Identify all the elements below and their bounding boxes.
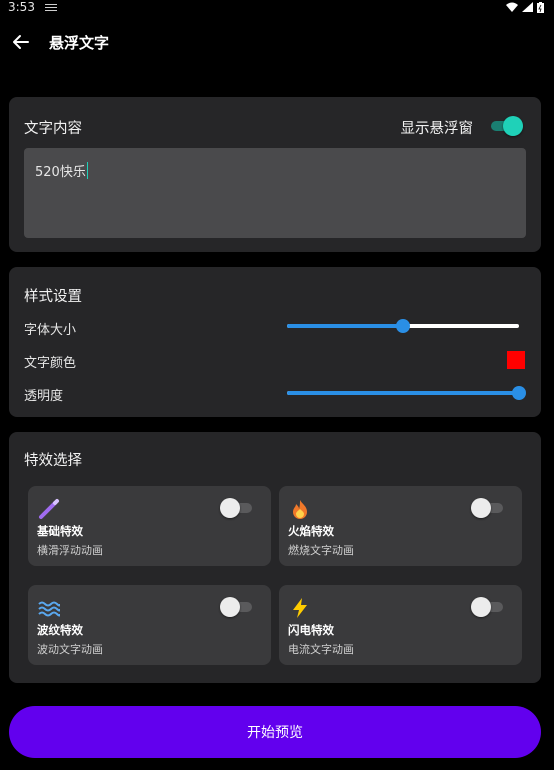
lightning-icon <box>293 598 307 618</box>
effect-name-lightning: 闪电特效 <box>288 623 334 637</box>
text-color-label: 文字颜色 <box>24 356 77 371</box>
float-window-toggle[interactable] <box>491 116 523 136</box>
app-bar: 悬浮文字 <box>0 22 554 62</box>
magic-wand-icon <box>39 499 59 519</box>
text-content-card: 文字内容 显示悬浮窗 520快乐 <box>9 97 541 252</box>
text-content-value: 520快乐 <box>35 165 86 180</box>
status-time: 3:53 <box>8 0 35 14</box>
style-settings-card: 样式设置 字体大小 文字颜色 透明度 <box>9 267 541 417</box>
style-settings-title: 样式设置 <box>24 289 82 305</box>
effect-desc-fire: 燃烧文字动画 <box>288 544 354 557</box>
effect-desc-basic: 横滑浮动动画 <box>37 544 103 557</box>
signal-icon <box>522 2 533 12</box>
effect-name-basic: 基础特效 <box>37 524 83 538</box>
text-color-swatch[interactable] <box>507 351 525 369</box>
notification-icon <box>44 4 57 11</box>
waves-icon <box>38 601 60 617</box>
text-content-title: 文字内容 <box>24 121 82 137</box>
float-window-label: 显示悬浮窗 <box>400 121 474 137</box>
font-size-slider[interactable] <box>287 319 519 333</box>
effect-toggle-wave[interactable] <box>220 597 252 617</box>
wifi-icon <box>506 2 518 12</box>
fire-icon <box>293 500 307 519</box>
text-content-input[interactable]: 520快乐 <box>24 148 526 238</box>
effect-tile-basic[interactable]: 基础特效 横滑浮动动画 <box>28 486 271 566</box>
effect-name-wave: 波纹特效 <box>37 623 83 637</box>
effect-tile-lightning[interactable]: 闪电特效 电流文字动画 <box>279 585 522 665</box>
effect-toggle-fire[interactable] <box>471 498 503 518</box>
font-size-slider-thumb[interactable] <box>396 319 410 333</box>
font-size-label: 字体大小 <box>24 323 77 338</box>
effect-toggle-lightning[interactable] <box>471 597 503 617</box>
effect-tile-wave[interactable]: 波纹特效 波动文字动画 <box>28 585 271 665</box>
back-arrow-icon[interactable] <box>11 32 31 52</box>
opacity-slider-thumb[interactable] <box>512 386 526 400</box>
opacity-slider[interactable] <box>287 386 526 400</box>
battery-icon <box>537 1 544 13</box>
effect-desc-wave: 波动文字动画 <box>37 643 103 656</box>
effects-card: 特效选择 基础特效 横滑浮动动画 火焰特效 燃烧文字动画 波纹特效 波动文字动画 <box>9 432 541 683</box>
effect-desc-lightning: 电流文字动画 <box>288 643 354 656</box>
opacity-label: 透明度 <box>24 389 64 404</box>
status-bar: 3:53 <box>0 0 554 14</box>
effect-toggle-basic[interactable] <box>220 498 252 518</box>
start-preview-button[interactable]: 开始预览 <box>9 706 541 758</box>
effects-title: 特效选择 <box>24 453 82 469</box>
effect-name-fire: 火焰特效 <box>288 524 334 538</box>
effect-tile-fire[interactable]: 火焰特效 燃烧文字动画 <box>279 486 522 566</box>
page-title: 悬浮文字 <box>49 34 110 52</box>
text-caret <box>86 162 89 179</box>
